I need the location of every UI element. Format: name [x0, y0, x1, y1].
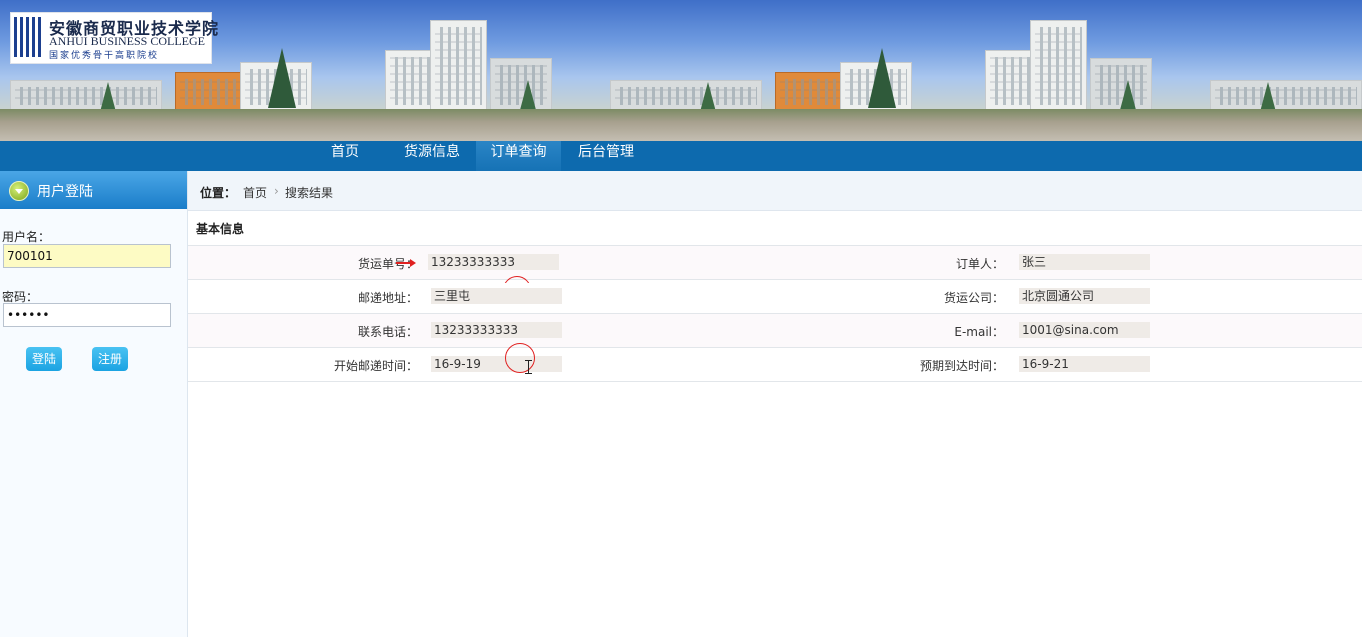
breadcrumb-separator-icon: › — [274, 184, 279, 198]
login-header: 用户登陆 — [0, 171, 187, 209]
register-button[interactable]: 注册 — [92, 347, 128, 371]
campus-photo — [1200, 0, 1362, 141]
main-nav: 首页 货源信息 订单查询 后台管理 — [0, 141, 1362, 172]
waybill-label: 货运单号： — [357, 257, 418, 271]
info-row: 联系电话： 13233333333 E-mail： 1001@sina.com — [188, 313, 1362, 347]
logo-mark-icon — [14, 17, 44, 57]
username-input[interactable]: 700101 — [3, 244, 171, 268]
phone-label: 联系电话： — [357, 325, 418, 339]
campus-photo — [600, 0, 1200, 141]
login-title: 用户登陆 — [37, 184, 93, 200]
nav-admin[interactable]: 后台管理 — [564, 141, 648, 171]
section-title: 基本信息 — [196, 222, 245, 236]
logo-name-en: ANHUI BUSINESS COLLEGE — [49, 34, 205, 48]
breadcrumb-home-link[interactable]: 首页 — [243, 184, 267, 201]
orderer-label: 订单人： — [955, 257, 1004, 271]
nav-home[interactable]: 首页 — [318, 141, 372, 171]
address-value: 三里屯 — [431, 288, 562, 304]
start-time-label: 开始邮递时间： — [333, 359, 418, 373]
logo-tagline: 国家优秀骨干高职院校 — [49, 51, 160, 61]
info-row: 邮递地址： 三里屯 货运公司： 北京圆通公司 — [188, 279, 1362, 313]
click-marker-icon — [505, 343, 535, 373]
nav-cargo-info[interactable]: 货源信息 — [390, 141, 474, 171]
login-button[interactable]: 登陆 — [26, 347, 62, 371]
username-label: 用户名： — [2, 230, 51, 244]
info-row: 开始邮递时间： 16-9-19 预期到达时间： 16-9-21 — [188, 347, 1362, 382]
breadcrumb-current: 搜索结果 — [285, 186, 334, 200]
email-label: E-mail： — [954, 325, 1004, 339]
address-label: 邮递地址： — [357, 291, 418, 305]
email-value: 1001@sina.com — [1019, 322, 1150, 338]
info-row: 货运单号： 13233333333 订单人： 张三 — [188, 245, 1362, 279]
breadcrumb-label: 位置： — [200, 186, 237, 200]
company-value: 北京圆通公司 — [1019, 288, 1150, 304]
phone-value: 13233333333 — [431, 322, 562, 338]
nav-order-query[interactable]: 订单查询 — [476, 141, 561, 171]
arrival-time-value: 16-9-21 — [1019, 356, 1150, 372]
arrival-time-label: 预期到达时间： — [919, 359, 1004, 373]
header-banner: 安徽商贸职业技术学院 ANHUI BUSINESS COLLEGE 国家优秀骨干… — [0, 0, 1362, 141]
sidebar: 用户登陆 用户名： 700101 密码： •••••• 登陆 注册 — [0, 171, 188, 637]
college-logo: 安徽商贸职业技术学院 ANHUI BUSINESS COLLEGE 国家优秀骨干… — [10, 12, 218, 64]
breadcrumb: 位置： 首页 › 搜索结果 — [188, 171, 1362, 211]
red-arrow-icon — [396, 259, 416, 267]
waybill-value: 13233333333 — [428, 254, 559, 270]
company-label: 货运公司： — [943, 291, 1004, 305]
text-cursor-icon — [525, 360, 532, 374]
password-input[interactable]: •••••• — [3, 303, 171, 327]
start-time-value: 16-9-19 — [431, 356, 562, 372]
orderer-value: 张三 — [1019, 254, 1150, 270]
chevron-down-icon — [9, 181, 29, 201]
